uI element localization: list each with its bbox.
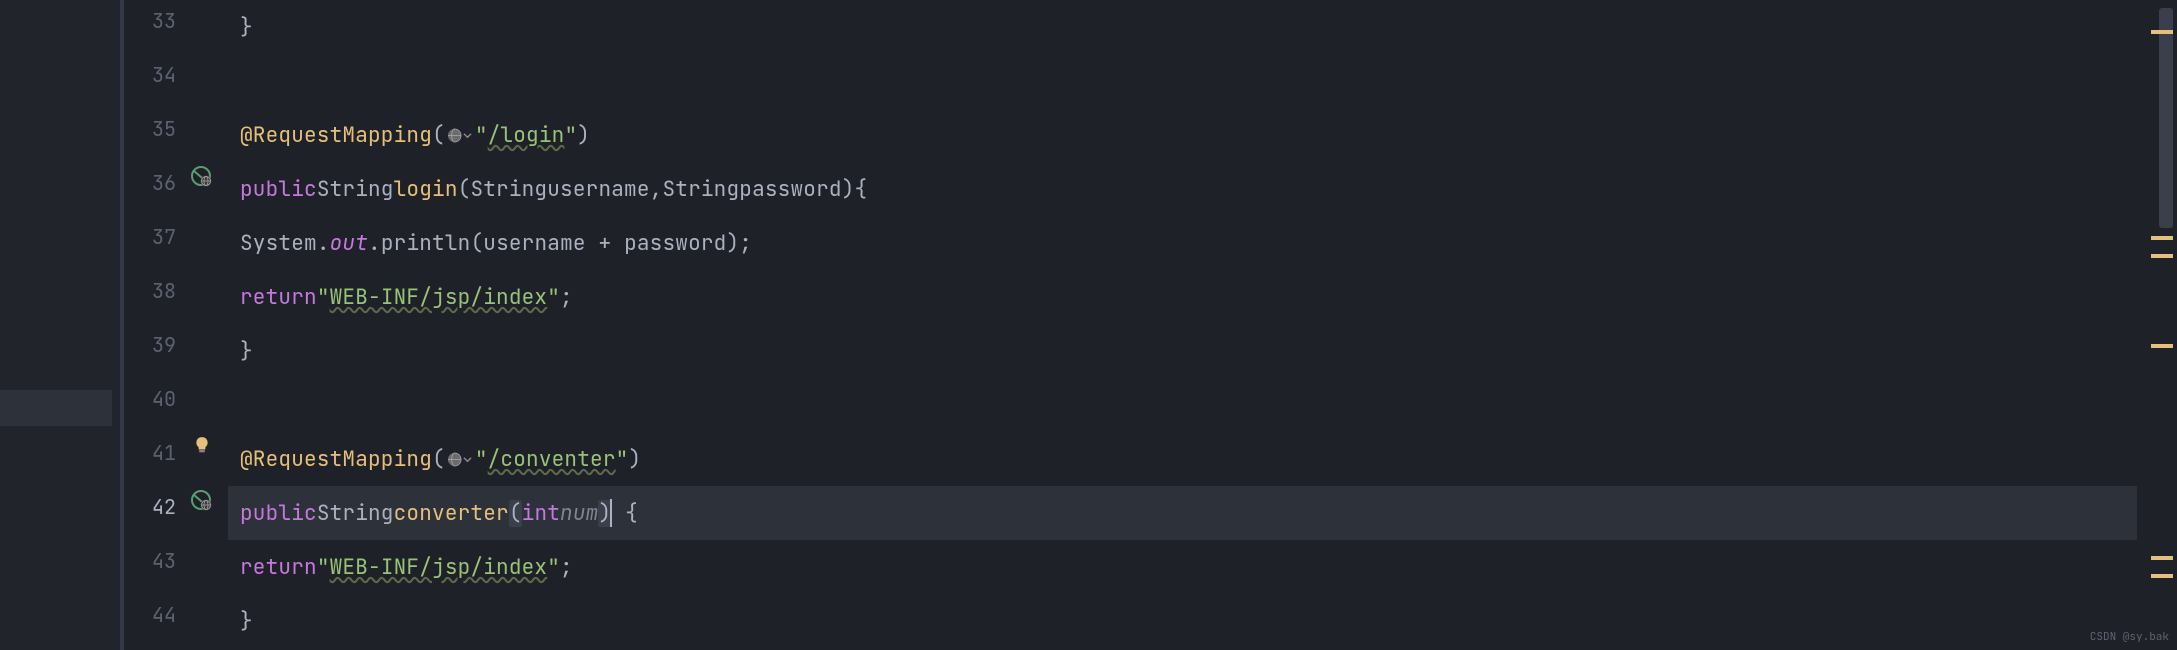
code-line[interactable]: @RequestMapping("/conventer") xyxy=(240,432,2137,486)
line-number[interactable]: 37 xyxy=(124,224,176,250)
minimap-marker xyxy=(2151,556,2173,560)
scrollbar-thumb[interactable] xyxy=(2159,8,2173,228)
minimap-marker xyxy=(2151,344,2173,348)
minimap-marker xyxy=(2151,236,2173,240)
code-line[interactable] xyxy=(240,378,2137,432)
sidebar-selection xyxy=(0,390,112,426)
current-line[interactable]: public String converter(int num) { xyxy=(228,486,2137,540)
project-sidebar[interactable] xyxy=(0,0,120,650)
line-number[interactable]: 38 xyxy=(124,278,176,304)
code-line[interactable]: return "WEB-INF/jsp/index"; xyxy=(240,270,2137,324)
code-line[interactable]: } xyxy=(240,324,2137,378)
globe-icon[interactable] xyxy=(446,448,474,470)
code-line[interactable]: @RequestMapping("/login") xyxy=(240,108,2137,162)
line-number[interactable]: 42 xyxy=(124,494,176,520)
code-line[interactable] xyxy=(240,54,2137,108)
globe-icon[interactable] xyxy=(446,124,474,146)
code-line[interactable]: return "WEB-INF/jsp/index"; xyxy=(240,540,2137,594)
line-number[interactable]: 44 xyxy=(124,602,176,628)
watermark: CSDN @sy.bak xyxy=(2090,630,2169,644)
code-line[interactable]: System.out.println(username + password); xyxy=(240,216,2137,270)
line-number[interactable]: 39 xyxy=(124,332,176,358)
line-number[interactable]: 36 xyxy=(124,170,176,196)
chevron-down-icon xyxy=(463,131,472,140)
minimap-marker xyxy=(2151,254,2173,258)
line-number[interactable]: 43 xyxy=(124,548,176,574)
matched-paren: ( xyxy=(509,500,522,527)
line-number[interactable]: 35 xyxy=(124,116,176,142)
web-method-icon[interactable] xyxy=(186,490,218,512)
line-number[interactable]: 40 xyxy=(124,386,176,412)
code-line[interactable]: } xyxy=(240,0,2137,54)
web-method-icon[interactable] xyxy=(186,166,218,188)
line-number[interactable]: 41 xyxy=(124,440,176,466)
line-number[interactable]: 34 xyxy=(124,62,176,88)
minimap-marker xyxy=(2151,30,2173,34)
chevron-down-icon xyxy=(463,455,472,464)
code-line[interactable]: } xyxy=(240,594,2137,648)
bulb-icon[interactable] xyxy=(186,436,218,454)
code-line[interactable]: public String login(String username,Stri… xyxy=(240,162,2137,216)
minimap[interactable] xyxy=(2141,0,2177,650)
line-number[interactable]: 33 xyxy=(124,8,176,34)
minimap-marker xyxy=(2151,574,2173,578)
